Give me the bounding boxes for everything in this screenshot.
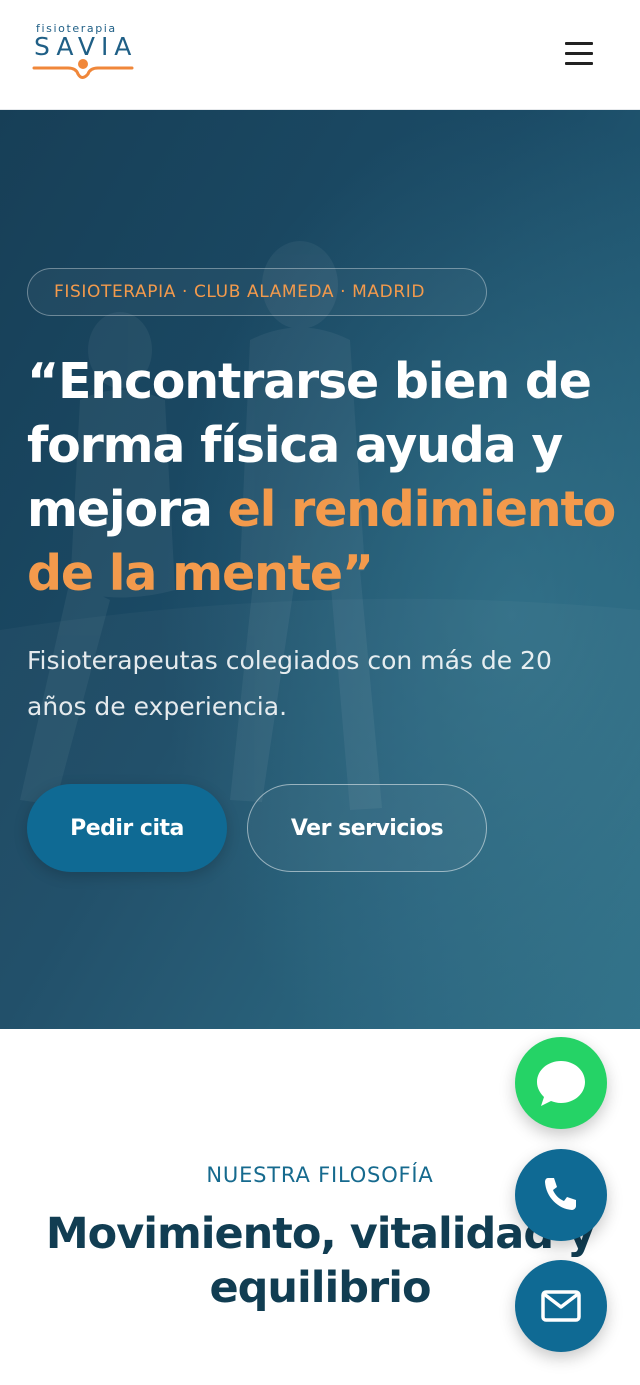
hero-eyebrow-badge: FISIOTERAPIA · CLUB ALAMEDA · MADRID bbox=[27, 268, 487, 316]
hamburger-menu-icon[interactable] bbox=[560, 36, 598, 72]
pedir-cita-button[interactable]: Pedir cita bbox=[27, 784, 227, 872]
savia-logo[interactable]: fisioterapia SAVIA bbox=[32, 22, 136, 86]
hero-subtitle: Fisioterapeutas colegiados con más de 20… bbox=[27, 646, 552, 721]
mail-button[interactable] bbox=[515, 1260, 607, 1352]
ver-servicios-button[interactable]: Ver servicios bbox=[247, 784, 487, 872]
phone-button[interactable] bbox=[515, 1149, 607, 1241]
hero-title: “Encontrarse bien de forma física ayuda … bbox=[27, 350, 617, 606]
phone-icon bbox=[545, 1178, 576, 1210]
site-header: fisioterapia SAVIA bbox=[0, 0, 640, 110]
mail-icon bbox=[541, 1290, 581, 1322]
hero-section: FISIOTERAPIA · CLUB ALAMEDA · MADRID “En… bbox=[0, 110, 640, 1029]
logo-brand: SAVIA bbox=[34, 32, 138, 61]
chat-bubble-icon bbox=[537, 1061, 585, 1106]
logo-swoosh-icon bbox=[32, 59, 134, 79]
chat-button[interactable] bbox=[515, 1037, 607, 1129]
